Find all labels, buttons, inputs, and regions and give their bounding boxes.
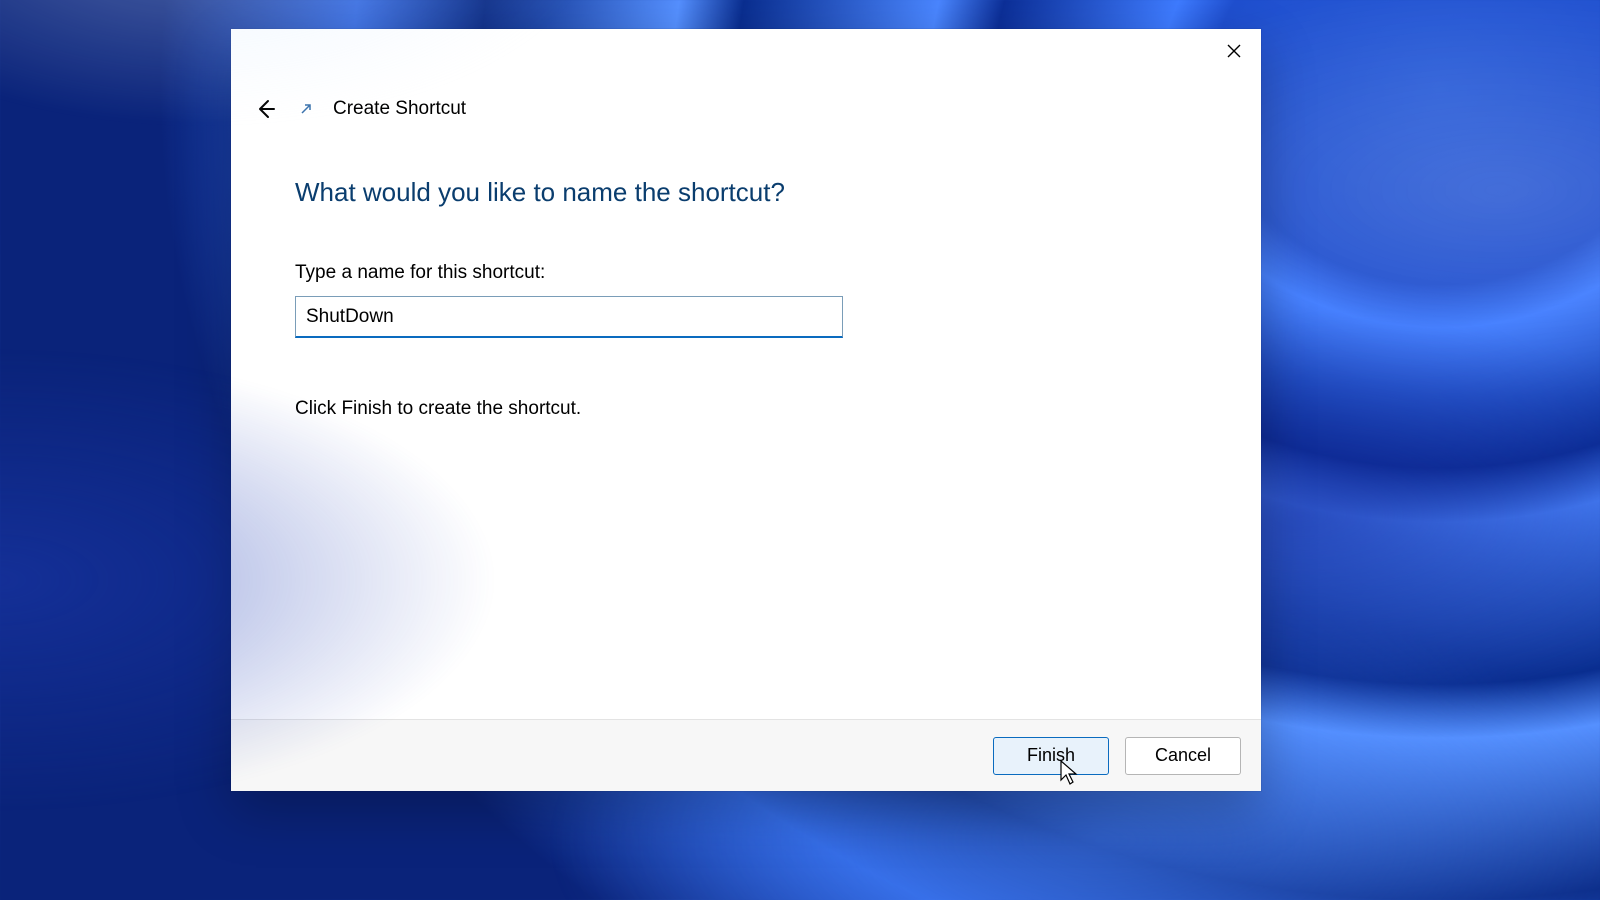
close-button[interactable] bbox=[1211, 31, 1257, 71]
close-icon bbox=[1227, 44, 1241, 58]
instruction-text: Click Finish to create the shortcut. bbox=[295, 398, 1197, 420]
create-shortcut-dialog: Create Shortcut What would you like to n… bbox=[231, 29, 1261, 791]
input-label: Type a name for this shortcut: bbox=[295, 262, 1197, 284]
back-button[interactable] bbox=[247, 91, 283, 127]
dialog-content: What would you like to name the shortcut… bbox=[231, 135, 1261, 719]
dialog-title: Create Shortcut bbox=[333, 98, 466, 120]
page-heading: What would you like to name the shortcut… bbox=[295, 177, 1197, 208]
cancel-button[interactable]: Cancel bbox=[1125, 737, 1241, 775]
finish-button[interactable]: Finish bbox=[993, 737, 1109, 775]
titlebar bbox=[231, 29, 1261, 73]
shortcut-icon bbox=[297, 100, 315, 118]
dialog-footer: Finish Cancel bbox=[231, 719, 1261, 791]
arrow-left-icon bbox=[254, 98, 276, 120]
dialog-header: Create Shortcut bbox=[231, 73, 1261, 135]
shortcut-name-input[interactable] bbox=[295, 296, 843, 338]
